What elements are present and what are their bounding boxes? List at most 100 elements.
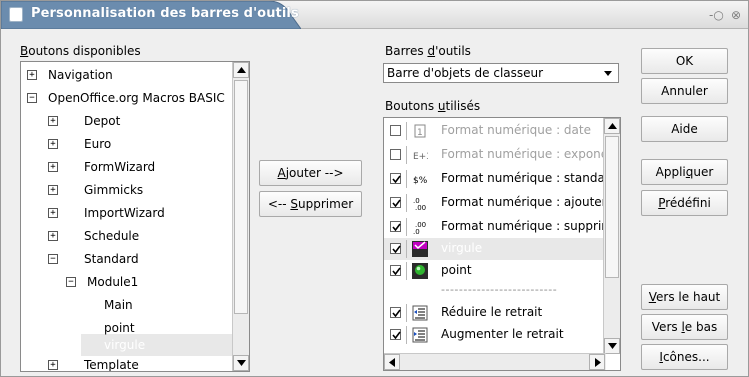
divider bbox=[406, 146, 407, 164]
divider bbox=[406, 122, 407, 140]
used-item-exponent[interactable]: E+3 Format numérique : expone bbox=[384, 144, 609, 166]
arrow-right-icon bbox=[595, 358, 601, 367]
toolbars-label: Barres d'outils bbox=[385, 44, 471, 58]
increase-indent-icon bbox=[412, 327, 428, 343]
used-item-label: Format numérique : ajouter bbox=[441, 195, 607, 209]
tree-item-label: Gimmicks bbox=[84, 183, 144, 197]
macro-virgule-icon bbox=[412, 241, 428, 257]
checkbox-checked[interactable] bbox=[390, 197, 401, 208]
used-list-hscroll[interactable] bbox=[384, 353, 606, 370]
used-item-delete-decimal[interactable]: .00.0 Format numérique : supprim bbox=[384, 216, 613, 238]
checkbox[interactable] bbox=[390, 125, 401, 136]
available-buttons-label: Boutons disponibles bbox=[20, 44, 141, 58]
expand-icon[interactable]: + bbox=[48, 116, 58, 126]
scroll-down-button[interactable] bbox=[604, 338, 620, 354]
used-item-label: point bbox=[441, 263, 472, 277]
arrow-up-icon bbox=[608, 123, 617, 129]
tree-scrollbar[interactable] bbox=[232, 62, 249, 371]
divider bbox=[406, 240, 407, 258]
dropdown-arrow-icon[interactable] bbox=[600, 65, 616, 81]
date-format-icon: 1 bbox=[412, 123, 428, 139]
close-button[interactable]: ⊗ bbox=[731, 8, 741, 22]
scroll-thumb[interactable] bbox=[234, 80, 248, 314]
used-item-point[interactable]: point bbox=[384, 260, 606, 282]
used-item-label: Format numérique : expone bbox=[441, 147, 609, 161]
tree-item-label: Depot bbox=[84, 114, 121, 128]
delete-decimal-icon: .00.0 bbox=[412, 219, 428, 236]
scroll-down-button[interactable] bbox=[233, 355, 249, 371]
svg-text:.00: .00 bbox=[415, 204, 426, 211]
add-button[interactable]: Ajouter --> bbox=[259, 160, 362, 186]
expand-icon[interactable]: + bbox=[48, 139, 58, 149]
toolbar-select-value: Barre d'objets de classeur bbox=[387, 66, 544, 80]
expand-icon[interactable]: + bbox=[48, 360, 58, 370]
separator-line: -------------------------- bbox=[441, 283, 558, 296]
checkbox-checked[interactable] bbox=[390, 265, 401, 276]
cancel-button[interactable]: Annuler bbox=[641, 78, 728, 104]
tree-item-label: ImportWizard bbox=[84, 206, 165, 220]
add-decimal-icon: .0.00 bbox=[412, 195, 428, 212]
checkbox-checked[interactable] bbox=[390, 243, 401, 254]
standard-format-icon: $% bbox=[412, 171, 428, 187]
checkbox-checked[interactable] bbox=[390, 307, 401, 318]
shade-button[interactable]: -○ bbox=[709, 8, 724, 22]
used-list-vscroll[interactable] bbox=[603, 118, 620, 354]
decrease-indent-icon bbox=[412, 305, 428, 321]
tree-item-label: Standard bbox=[84, 252, 139, 266]
tree-item-label: Main bbox=[104, 298, 133, 312]
divider bbox=[406, 218, 407, 236]
collapse-icon[interactable]: − bbox=[66, 277, 76, 287]
move-down-button[interactable]: Vers le bas bbox=[641, 314, 728, 340]
checkbox[interactable] bbox=[390, 149, 401, 160]
scroll-left-button[interactable] bbox=[384, 354, 400, 370]
scroll-thumb[interactable] bbox=[605, 136, 619, 278]
used-item-decrease-indent[interactable]: Réduire le retrait bbox=[384, 302, 606, 324]
expand-icon[interactable]: + bbox=[27, 70, 37, 80]
used-buttons-list[interactable]: 1 Format numérique : date E+3 Format num… bbox=[383, 117, 621, 371]
collapse-icon[interactable]: − bbox=[27, 93, 37, 103]
tree-item-label: FormWizard bbox=[84, 160, 156, 174]
divider bbox=[406, 170, 407, 188]
icons-button[interactable]: Icônes... bbox=[641, 344, 728, 370]
scroll-right-button[interactable] bbox=[589, 354, 605, 370]
svg-text:$%: $% bbox=[413, 176, 428, 186]
ok-button[interactable]: OK bbox=[641, 48, 728, 74]
help-button[interactable]: Aide bbox=[641, 116, 728, 142]
available-buttons-tree[interactable]: + Navigation − OpenOffice.org Macros BAS… bbox=[20, 61, 250, 372]
svg-text:E+3: E+3 bbox=[413, 152, 428, 162]
exponent-format-icon: E+3 bbox=[412, 147, 432, 163]
used-item-date[interactable]: 1 Format numérique : date bbox=[384, 120, 606, 142]
tree-item-label: Navigation bbox=[48, 68, 113, 82]
expand-icon[interactable]: + bbox=[48, 162, 58, 172]
apply-button[interactable]: Appliquer bbox=[641, 159, 728, 185]
toolbar-select[interactable]: Barre d'objets de classeur bbox=[383, 63, 619, 83]
checkbox-checked[interactable] bbox=[390, 221, 401, 232]
expand-icon[interactable]: + bbox=[48, 208, 58, 218]
remove-button[interactable]: <-- Supprimer bbox=[259, 191, 362, 217]
used-item-standard[interactable]: $% Format numérique : standar bbox=[384, 168, 610, 190]
macro-point-icon bbox=[412, 263, 428, 279]
expand-icon[interactable]: + bbox=[48, 185, 58, 195]
scroll-up-button[interactable] bbox=[233, 62, 249, 78]
default-button[interactable]: Prédéfini bbox=[641, 190, 728, 216]
tree-item-label: Euro bbox=[84, 137, 112, 151]
toolbar-customize-dialog: Personnalisation des barres d'outils -○ … bbox=[0, 0, 749, 377]
used-item-label: Format numérique : supprim bbox=[441, 219, 613, 233]
move-up-button[interactable]: Vers le haut bbox=[641, 284, 728, 310]
used-item-increase-indent[interactable]: Augmenter le retrait bbox=[384, 324, 606, 346]
used-buttons-label: Boutons utilisés bbox=[385, 99, 481, 113]
svg-text:.0: .0 bbox=[413, 228, 420, 235]
checkbox-checked[interactable] bbox=[390, 329, 401, 340]
used-item-virgule[interactable]: virgule bbox=[384, 238, 606, 260]
collapse-icon[interactable]: − bbox=[48, 254, 58, 264]
scroll-up-button[interactable] bbox=[604, 118, 620, 134]
checkbox-checked[interactable] bbox=[390, 173, 401, 184]
title-bar[interactable]: Personnalisation des barres d'outils -○ … bbox=[1, 1, 748, 29]
tree-item-label: Schedule bbox=[84, 229, 140, 243]
divider bbox=[406, 262, 407, 280]
used-item-add-decimal[interactable]: .0.00 Format numérique : ajouter bbox=[384, 192, 607, 214]
expand-icon[interactable]: + bbox=[48, 231, 58, 241]
used-item-label: Réduire le retrait bbox=[441, 305, 543, 319]
divider bbox=[406, 304, 407, 322]
tree-item-label: Module1 bbox=[87, 275, 139, 289]
